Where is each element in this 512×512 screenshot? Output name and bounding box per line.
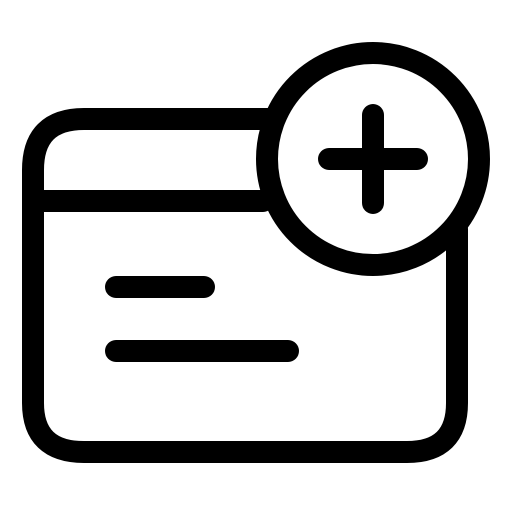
add-window-icon <box>22 42 490 463</box>
icon-canvas <box>0 0 512 512</box>
